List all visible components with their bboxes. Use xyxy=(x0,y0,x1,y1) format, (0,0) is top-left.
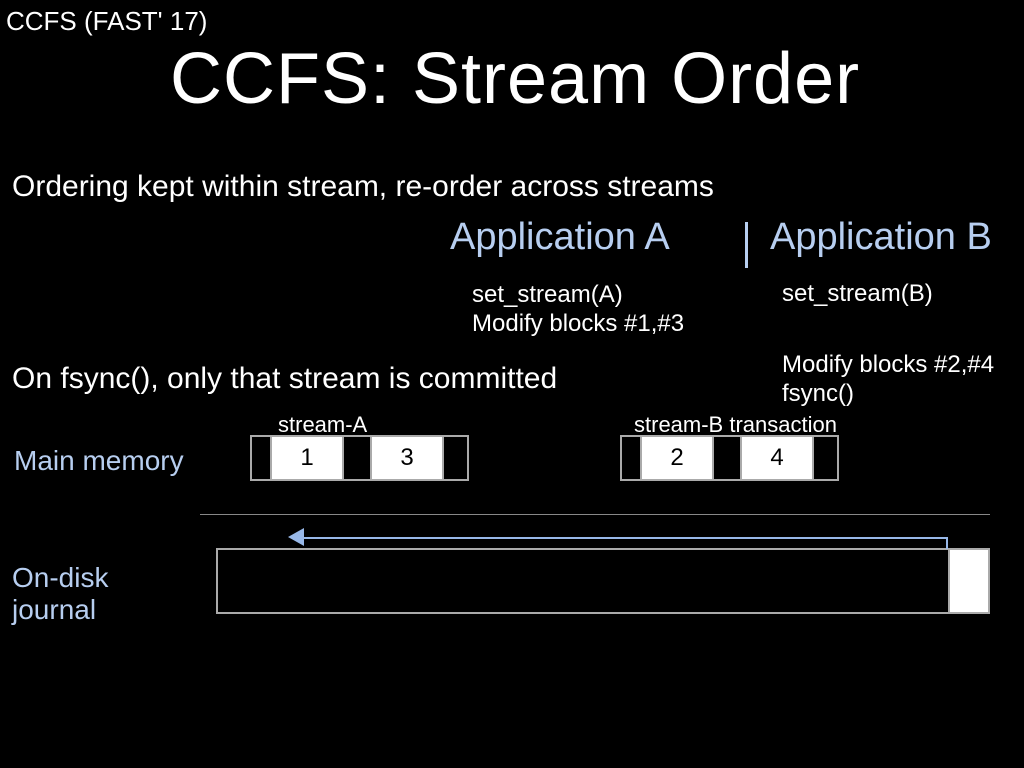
fsync-statement: On fsync(), only that stream is committe… xyxy=(12,362,557,396)
app-b-setstream: set_stream(B) xyxy=(782,280,933,308)
journal-head-block xyxy=(948,548,990,614)
slide-context: CCFS (FAST' 17) xyxy=(6,6,207,37)
app-divider xyxy=(745,222,748,268)
memory-disk-divider xyxy=(200,514,990,515)
app-b-heading: Application B xyxy=(770,216,992,259)
commit-arrow-segment xyxy=(946,537,948,549)
block-1: 1 xyxy=(270,435,344,481)
journal-box xyxy=(216,548,990,614)
app-b-code: Modify blocks #2,#4 fsync() xyxy=(782,350,994,409)
app-a-code: set_stream(A) Modify blocks #1,#3 xyxy=(472,280,684,339)
block-4: 4 xyxy=(740,435,814,481)
commit-arrow-head-icon xyxy=(288,528,304,546)
app-b-modify: Modify blocks #2,#4 xyxy=(782,350,994,379)
slide-title: CCFS: Stream Order xyxy=(170,38,860,120)
commit-arrow-shaft xyxy=(300,537,946,539)
on-disk-journal-label: On-disk journal xyxy=(12,562,108,626)
main-memory-label: Main memory xyxy=(14,445,184,477)
app-a-modify: Modify blocks #1,#3 xyxy=(472,309,684,338)
app-b-fsync: fsync() xyxy=(782,379,994,408)
slide-subtitle: Ordering kept within stream, re-order ac… xyxy=(12,170,714,204)
app-a-setstream: set_stream(A) xyxy=(472,280,684,309)
app-a-heading: Application A xyxy=(450,216,670,259)
block-2: 2 xyxy=(640,435,714,481)
block-3: 3 xyxy=(370,435,444,481)
